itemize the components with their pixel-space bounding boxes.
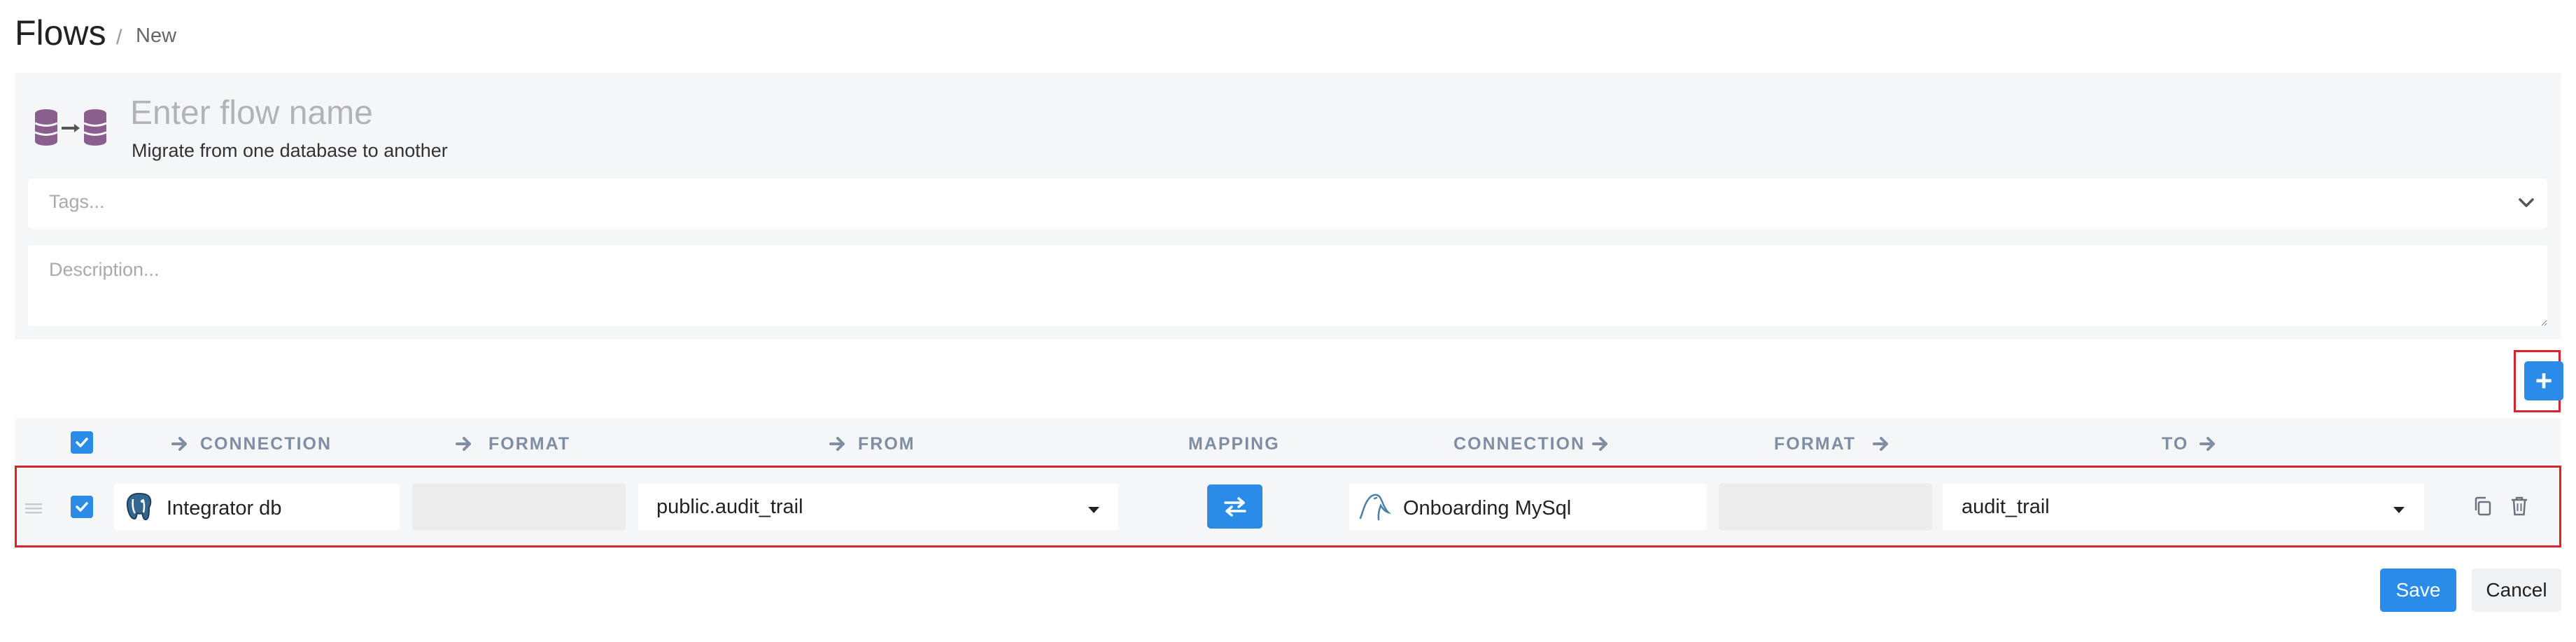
header-to: TO: [2162, 434, 2189, 454]
source-connection-value: Integrator db: [167, 497, 282, 519]
arrow-right-icon: [1873, 437, 1888, 451]
tags-placeholder: Tags...: [49, 191, 105, 212]
description-textarea[interactable]: [28, 245, 2547, 326]
mysql-icon: [1359, 494, 1392, 521]
header-target-connection: CONNECTION: [1454, 434, 1586, 454]
row-checkbox[interactable]: [71, 496, 93, 518]
flow-type-description: Migrate from one database to another: [132, 140, 448, 161]
select-all-checkbox[interactable]: [71, 431, 93, 454]
target-connection-value: Onboarding MySql: [1403, 497, 1572, 519]
copy-icon[interactable]: [2472, 496, 2493, 517]
database-to-database-icon: [34, 109, 107, 146]
trash-icon[interactable]: [2510, 495, 2529, 517]
page-title: Flows: [15, 13, 106, 53]
arrow-right-icon: [171, 437, 187, 451]
arrow-right-icon: [2200, 437, 2215, 451]
dropdown-caret-icon: [2393, 507, 2405, 513]
add-row-button[interactable]: +: [2524, 361, 2563, 400]
arrow-right-icon: [456, 437, 471, 451]
arrow-right-icon: [829, 437, 845, 451]
dropdown-caret-icon: [1088, 507, 1099, 513]
chevron-down-icon[interactable]: [2516, 193, 2537, 214]
drag-handle-icon[interactable]: [25, 503, 42, 514]
from-table-value: public.audit_trail: [656, 496, 803, 518]
breadcrumb-separator: /: [116, 26, 122, 49]
header-source-format: FORMAT: [488, 434, 571, 454]
swap-arrows-icon: [1223, 496, 1246, 517]
breadcrumb-current: New: [136, 25, 177, 47]
arrow-right-icon: [1592, 437, 1607, 451]
to-table-value: audit_trail: [1962, 496, 2050, 518]
postgresql-icon: [126, 492, 152, 521]
save-button[interactable]: Save: [2380, 568, 2456, 612]
header-from: FROM: [858, 434, 915, 454]
mapping-button[interactable]: [1207, 484, 1262, 529]
tags-select[interactable]: [28, 179, 2547, 229]
flow-name-input[interactable]: [130, 92, 970, 133]
cancel-button[interactable]: Cancel: [2472, 568, 2561, 612]
target-format-select[interactable]: [1719, 483, 1932, 531]
source-format-select[interactable]: [412, 483, 626, 531]
plus-icon: +: [2535, 364, 2553, 397]
header-mapping: MAPPING: [1188, 434, 1280, 454]
header-source-connection: CONNECTION: [200, 434, 332, 454]
header-target-format: FORMAT: [1774, 434, 1857, 454]
check-icon: [76, 438, 88, 447]
check-icon: [76, 502, 88, 512]
